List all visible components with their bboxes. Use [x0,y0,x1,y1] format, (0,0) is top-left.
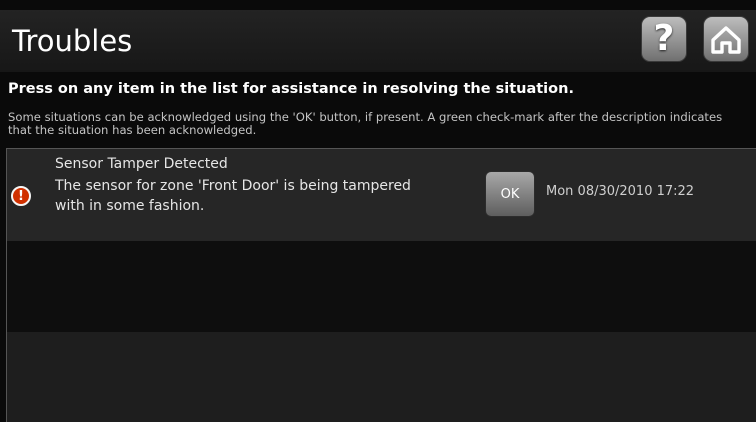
help-button[interactable]: ? [641,16,687,62]
list-item[interactable]: ! Sensor Tamper Detected The sensor for … [7,149,756,241]
list-item-empty [7,332,756,422]
home-button[interactable] [703,16,749,62]
page-title: Troubles [12,24,133,58]
home-icon [711,26,741,54]
list-item-empty [7,241,756,332]
question-mark-icon: ? [653,18,675,59]
troubles-list: ! Sensor Tamper Detected The sensor for … [6,148,756,422]
trouble-description: The sensor for zone 'Front Door' is bein… [55,178,411,214]
instructions-primary: Press on any item in the list for assist… [8,81,574,97]
trouble-timestamp: Mon 08/30/2010 17:22 [546,184,695,199]
trouble-title: Sensor Tamper Detected [55,156,228,172]
ok-button[interactable]: OK [485,171,535,217]
header-bar: Troubles ? [0,10,756,72]
instructions-secondary: Some situations can be acknowledged usin… [8,110,723,137]
warning-icon: ! [11,186,31,206]
